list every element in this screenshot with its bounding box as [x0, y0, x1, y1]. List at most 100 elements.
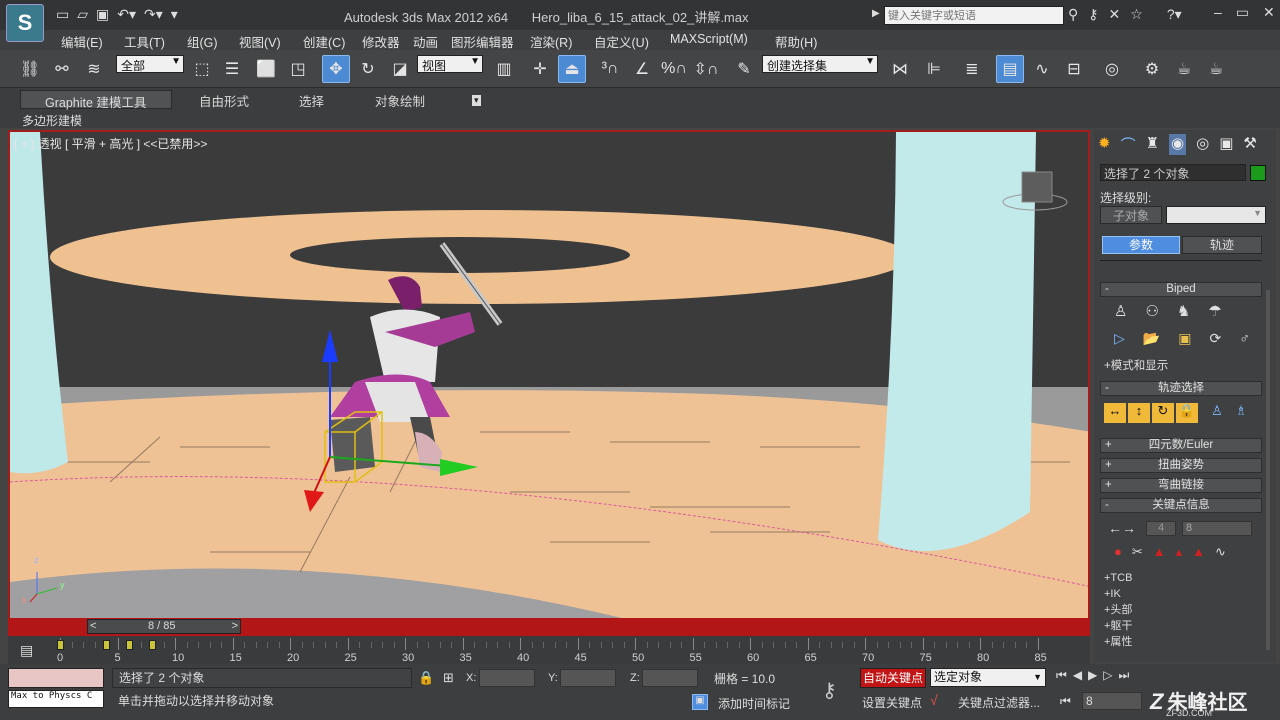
param-tcb[interactable]: +TCB: [1104, 570, 1132, 586]
key-mode-toggle-icon[interactable]: ⏮: [1060, 694, 1071, 709]
qat-menu-icon[interactable]: ▾: [171, 6, 178, 23]
material-editor-icon[interactable]: ◎: [1098, 55, 1126, 83]
key-mode-dropdown[interactable]: 选定对象 ▼: [930, 668, 1046, 687]
menu-views[interactable]: 视图(V): [239, 32, 281, 51]
motion-flow-icon[interactable]: ♞: [1177, 302, 1190, 320]
trajectories-tab[interactable]: 轨迹: [1182, 236, 1262, 254]
save-icon[interactable]: ▣: [96, 6, 109, 23]
menu-maxscript[interactable]: MAXScript(M): [670, 32, 748, 46]
prev-key-icon[interactable]: ←: [1108, 520, 1122, 536]
quaternion-rollout[interactable]: + 四元数/Euler: [1100, 438, 1262, 453]
select-manipulate-icon[interactable]: ✛: [526, 55, 554, 83]
time-tag-icon[interactable]: ▣: [692, 694, 708, 710]
app-logo-button[interactable]: S: [6, 4, 44, 42]
animation-key[interactable]: [103, 640, 110, 650]
redo-icon[interactable]: ↷▾: [144, 6, 163, 23]
key-prev-field[interactable]: 4: [1146, 521, 1176, 536]
x-coord-field[interactable]: [479, 669, 535, 687]
absolute-mode-icon[interactable]: ⊞: [443, 670, 454, 686]
viewport-label[interactable]: [ + ] 透视 [ 平滑 + 高光 ] <<已禁用>>: [14, 135, 207, 152]
set-key-icon[interactable]: ⚷: [822, 678, 837, 703]
hammer-icon[interactable]: ⚒: [1243, 134, 1256, 155]
layer-manager-icon[interactable]: ≣: [958, 55, 986, 83]
menu-modifiers[interactable]: 修改器: [362, 32, 400, 51]
mode-display-rollout[interactable]: +模式和显示: [1104, 357, 1168, 373]
track-bar[interactable]: ▤ 0 5 10 15 20 25 30 35 40 45 50 55 60 65 70 75 80 85: [8, 636, 1090, 664]
animation-key[interactable]: [149, 640, 156, 650]
undo-icon[interactable]: ↶▾: [117, 6, 136, 23]
curve-editor-icon[interactable]: ∿: [1028, 55, 1056, 83]
delete-key-icon[interactable]: ✂: [1132, 544, 1143, 560]
z-coord-field[interactable]: [642, 669, 698, 687]
body-horizontal-icon[interactable]: ↔: [1104, 403, 1126, 423]
utilities-tab-icon[interactable]: ▣: [1219, 134, 1233, 155]
key-icon[interactable]: ⚷: [1088, 6, 1098, 23]
menu-animation[interactable]: 动画: [413, 32, 438, 51]
ribbon-tab-freeform[interactable]: 自由形式: [199, 91, 249, 110]
biped-rollout[interactable]: - Biped: [1100, 282, 1262, 297]
bind-spacewarp-icon[interactable]: ≋: [80, 55, 108, 83]
symmetrical-icon[interactable]: ♙: [1206, 403, 1228, 423]
auto-key-button[interactable]: 自动关键点: [860, 668, 926, 688]
play-icon[interactable]: ▶: [1088, 668, 1097, 683]
perspective-viewport[interactable]: [ + ] 透视 [ 平滑 + 高光 ] <<已禁用>> z x y: [8, 130, 1090, 618]
mixer-mode-icon[interactable]: ☂: [1208, 302, 1221, 320]
object-color-swatch[interactable]: [1250, 165, 1266, 181]
render-setup-icon[interactable]: ⚙: [1138, 55, 1166, 83]
ribbon-tab-selection[interactable]: 选择: [299, 91, 324, 110]
select-object-icon[interactable]: ⬚: [188, 55, 216, 83]
create-tab-icon[interactable]: ✹: [1098, 134, 1111, 155]
lock-cob-icon[interactable]: 🔒: [1176, 403, 1198, 423]
current-frame-field[interactable]: 8: [1082, 692, 1142, 710]
time-prev-icon[interactable]: <: [90, 620, 96, 632]
star-icon[interactable]: ☆: [1130, 6, 1143, 23]
time-next-icon[interactable]: >: [232, 620, 238, 632]
percent-snap-icon[interactable]: %∩: [660, 55, 688, 83]
minimize-icon[interactable]: –: [1214, 4, 1222, 21]
body-rotation-icon[interactable]: ↻: [1152, 403, 1174, 423]
load-file-icon[interactable]: 📂: [1143, 330, 1160, 347]
render-frame-icon[interactable]: ☕: [1170, 55, 1198, 83]
maxscript-listener-field[interactable]: Max to Physcs C: [8, 690, 104, 708]
bend-links-rollout[interactable]: + 弯曲链接: [1100, 478, 1262, 493]
param-ik[interactable]: +IK: [1104, 586, 1132, 602]
menu-help[interactable]: 帮助(H): [775, 32, 817, 51]
convert-icon[interactable]: ⟳: [1209, 330, 1221, 347]
edit-named-sets-icon[interactable]: ✎: [730, 55, 758, 83]
menu-rendering[interactable]: 渲染(R): [530, 32, 572, 51]
open-file-icon[interactable]: ▱: [77, 6, 88, 23]
opposite-icon[interactable]: ♗: [1230, 403, 1252, 423]
mini-curve-icon[interactable]: ▤: [20, 642, 33, 659]
param-body[interactable]: +躯干: [1104, 618, 1132, 634]
modify-tab-icon[interactable]: ⌒: [1121, 134, 1136, 155]
sub-object-button[interactable]: 子对象: [1100, 206, 1162, 224]
key-filter-icon[interactable]: √: [930, 692, 938, 708]
menu-group[interactable]: 组(G): [187, 32, 218, 51]
listener-mini[interactable]: [8, 668, 104, 688]
ribbon-tab-object-paint[interactable]: 对象绘制: [375, 91, 425, 110]
curve-icon[interactable]: ∿: [1215, 544, 1226, 560]
keyboard-shortcut-toggle-icon[interactable]: ⏏: [558, 55, 586, 83]
save-file-icon[interactable]: ▣: [1178, 330, 1191, 347]
sub-object-dropdown[interactable]: ▼: [1166, 206, 1266, 224]
pivot-center-icon[interactable]: ▥: [490, 55, 518, 83]
go-to-start-icon[interactable]: ⏮: [1056, 668, 1067, 683]
snap-toggle-icon[interactable]: ³∩: [596, 55, 624, 83]
window-crossing-icon[interactable]: ◳: [284, 55, 312, 83]
menu-customize[interactable]: 自定义(U): [594, 32, 649, 51]
animation-key[interactable]: [57, 640, 64, 650]
maximize-icon[interactable]: ▭: [1236, 4, 1249, 21]
y-coord-field[interactable]: [560, 669, 616, 687]
named-selection-dropdown[interactable]: 创建选择集 ▼: [762, 55, 878, 73]
mirror-icon[interactable]: ⋈: [886, 55, 914, 83]
menu-edit[interactable]: 编辑(E): [61, 32, 103, 51]
panel-scrollbar[interactable]: [1266, 290, 1270, 650]
object-name-field[interactable]: 选择了 2 个对象: [1100, 164, 1246, 181]
track-selection-rollout[interactable]: - 轨迹选择: [1100, 381, 1262, 396]
menu-tools[interactable]: 工具(T): [124, 32, 165, 51]
motion-tab-icon[interactable]: ◉: [1169, 134, 1187, 155]
param-props[interactable]: +属性: [1104, 634, 1132, 650]
animation-key[interactable]: [126, 640, 133, 650]
twist-poses-rollout[interactable]: + 扭曲姿势: [1100, 458, 1262, 473]
hierarchy-tab-icon[interactable]: ♜: [1146, 134, 1159, 155]
